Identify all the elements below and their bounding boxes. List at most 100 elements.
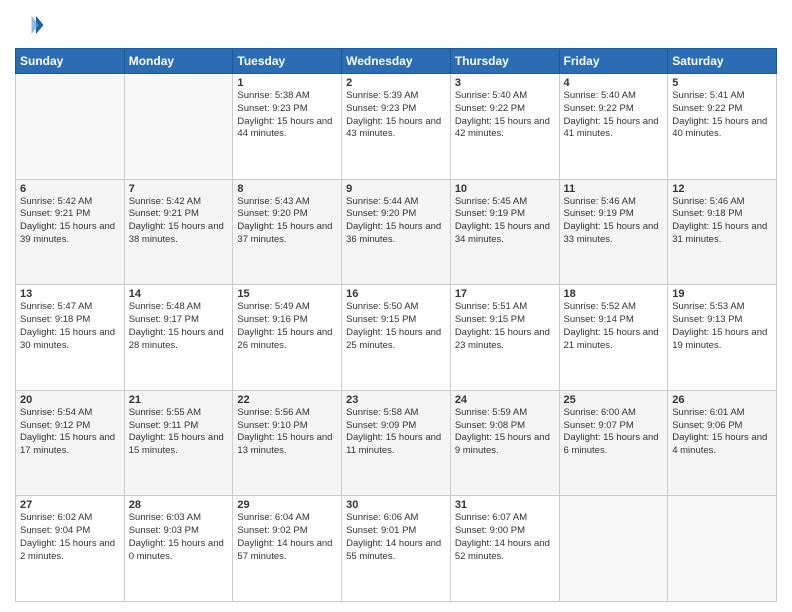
day-number: 31 bbox=[455, 499, 555, 511]
day-number: 17 bbox=[455, 288, 555, 300]
calendar-cell: 27Sunrise: 6:02 AM Sunset: 9:04 PM Dayli… bbox=[16, 496, 125, 602]
calendar-cell: 9Sunrise: 5:44 AM Sunset: 9:20 PM Daylig… bbox=[342, 179, 451, 285]
day-number: 21 bbox=[129, 394, 229, 406]
day-info: Sunrise: 5:48 AM Sunset: 9:17 PM Dayligh… bbox=[129, 301, 229, 352]
day-number: 8 bbox=[237, 183, 337, 195]
calendar-cell: 18Sunrise: 5:52 AM Sunset: 9:14 PM Dayli… bbox=[559, 285, 668, 391]
day-number: 5 bbox=[672, 77, 772, 89]
day-number: 22 bbox=[237, 394, 337, 406]
day-info: Sunrise: 6:04 AM Sunset: 9:02 PM Dayligh… bbox=[237, 512, 337, 563]
day-header-monday: Monday bbox=[124, 49, 233, 74]
day-header-sunday: Sunday bbox=[16, 49, 125, 74]
day-info: Sunrise: 5:42 AM Sunset: 9:21 PM Dayligh… bbox=[129, 196, 229, 247]
calendar-cell: 7Sunrise: 5:42 AM Sunset: 9:21 PM Daylig… bbox=[124, 179, 233, 285]
day-header-friday: Friday bbox=[559, 49, 668, 74]
calendar-cell bbox=[124, 74, 233, 180]
calendar-cell bbox=[16, 74, 125, 180]
week-row-3: 13Sunrise: 5:47 AM Sunset: 9:18 PM Dayli… bbox=[16, 285, 777, 391]
calendar-cell: 28Sunrise: 6:03 AM Sunset: 9:03 PM Dayli… bbox=[124, 496, 233, 602]
day-number: 18 bbox=[564, 288, 664, 300]
calendar-cell: 24Sunrise: 5:59 AM Sunset: 9:08 PM Dayli… bbox=[450, 390, 559, 496]
day-number: 11 bbox=[564, 183, 664, 195]
day-info: Sunrise: 5:50 AM Sunset: 9:15 PM Dayligh… bbox=[346, 301, 446, 352]
day-info: Sunrise: 5:41 AM Sunset: 9:22 PM Dayligh… bbox=[672, 90, 772, 141]
day-info: Sunrise: 5:43 AM Sunset: 9:20 PM Dayligh… bbox=[237, 196, 337, 247]
day-info: Sunrise: 5:53 AM Sunset: 9:13 PM Dayligh… bbox=[672, 301, 772, 352]
day-info: Sunrise: 5:39 AM Sunset: 9:23 PM Dayligh… bbox=[346, 90, 446, 141]
calendar-cell: 5Sunrise: 5:41 AM Sunset: 9:22 PM Daylig… bbox=[668, 74, 777, 180]
calendar-cell: 3Sunrise: 5:40 AM Sunset: 9:22 PM Daylig… bbox=[450, 74, 559, 180]
day-info: Sunrise: 5:42 AM Sunset: 9:21 PM Dayligh… bbox=[20, 196, 120, 247]
day-number: 12 bbox=[672, 183, 772, 195]
day-number: 4 bbox=[564, 77, 664, 89]
day-info: Sunrise: 5:54 AM Sunset: 9:12 PM Dayligh… bbox=[20, 407, 120, 458]
day-info: Sunrise: 5:47 AM Sunset: 9:18 PM Dayligh… bbox=[20, 301, 120, 352]
day-number: 14 bbox=[129, 288, 229, 300]
logo bbox=[15, 10, 49, 40]
week-row-4: 20Sunrise: 5:54 AM Sunset: 9:12 PM Dayli… bbox=[16, 390, 777, 496]
calendar-cell: 12Sunrise: 5:46 AM Sunset: 9:18 PM Dayli… bbox=[668, 179, 777, 285]
day-header-saturday: Saturday bbox=[668, 49, 777, 74]
calendar-cell: 26Sunrise: 6:01 AM Sunset: 9:06 PM Dayli… bbox=[668, 390, 777, 496]
calendar-cell: 4Sunrise: 5:40 AM Sunset: 9:22 PM Daylig… bbox=[559, 74, 668, 180]
calendar-cell: 13Sunrise: 5:47 AM Sunset: 9:18 PM Dayli… bbox=[16, 285, 125, 391]
calendar-cell: 23Sunrise: 5:58 AM Sunset: 9:09 PM Dayli… bbox=[342, 390, 451, 496]
day-info: Sunrise: 5:40 AM Sunset: 9:22 PM Dayligh… bbox=[564, 90, 664, 141]
calendar-cell: 20Sunrise: 5:54 AM Sunset: 9:12 PM Dayli… bbox=[16, 390, 125, 496]
calendar-header: SundayMondayTuesdayWednesdayThursdayFrid… bbox=[16, 49, 777, 74]
day-info: Sunrise: 6:07 AM Sunset: 9:00 PM Dayligh… bbox=[455, 512, 555, 563]
calendar-cell: 8Sunrise: 5:43 AM Sunset: 9:20 PM Daylig… bbox=[233, 179, 342, 285]
calendar-cell bbox=[559, 496, 668, 602]
calendar-cell: 21Sunrise: 5:55 AM Sunset: 9:11 PM Dayli… bbox=[124, 390, 233, 496]
week-row-1: 1Sunrise: 5:38 AM Sunset: 9:23 PM Daylig… bbox=[16, 74, 777, 180]
day-number: 16 bbox=[346, 288, 446, 300]
day-number: 9 bbox=[346, 183, 446, 195]
day-number: 10 bbox=[455, 183, 555, 195]
day-number: 24 bbox=[455, 394, 555, 406]
day-info: Sunrise: 5:49 AM Sunset: 9:16 PM Dayligh… bbox=[237, 301, 337, 352]
calendar-cell: 16Sunrise: 5:50 AM Sunset: 9:15 PM Dayli… bbox=[342, 285, 451, 391]
calendar-cell: 10Sunrise: 5:45 AM Sunset: 9:19 PM Dayli… bbox=[450, 179, 559, 285]
page: SundayMondayTuesdayWednesdayThursdayFrid… bbox=[0, 0, 792, 612]
day-info: Sunrise: 5:59 AM Sunset: 9:08 PM Dayligh… bbox=[455, 407, 555, 458]
day-number: 6 bbox=[20, 183, 120, 195]
day-number: 30 bbox=[346, 499, 446, 511]
week-row-5: 27Sunrise: 6:02 AM Sunset: 9:04 PM Dayli… bbox=[16, 496, 777, 602]
day-number: 3 bbox=[455, 77, 555, 89]
day-number: 2 bbox=[346, 77, 446, 89]
day-info: Sunrise: 5:44 AM Sunset: 9:20 PM Dayligh… bbox=[346, 196, 446, 247]
day-number: 28 bbox=[129, 499, 229, 511]
day-info: Sunrise: 5:52 AM Sunset: 9:14 PM Dayligh… bbox=[564, 301, 664, 352]
day-number: 7 bbox=[129, 183, 229, 195]
day-info: Sunrise: 6:00 AM Sunset: 9:07 PM Dayligh… bbox=[564, 407, 664, 458]
day-number: 20 bbox=[20, 394, 120, 406]
day-number: 25 bbox=[564, 394, 664, 406]
day-number: 19 bbox=[672, 288, 772, 300]
calendar-cell bbox=[668, 496, 777, 602]
calendar-cell: 25Sunrise: 6:00 AM Sunset: 9:07 PM Dayli… bbox=[559, 390, 668, 496]
day-info: Sunrise: 5:58 AM Sunset: 9:09 PM Dayligh… bbox=[346, 407, 446, 458]
day-info: Sunrise: 5:46 AM Sunset: 9:19 PM Dayligh… bbox=[564, 196, 664, 247]
header bbox=[15, 10, 777, 40]
calendar-cell: 17Sunrise: 5:51 AM Sunset: 9:15 PM Dayli… bbox=[450, 285, 559, 391]
calendar-cell: 14Sunrise: 5:48 AM Sunset: 9:17 PM Dayli… bbox=[124, 285, 233, 391]
calendar-cell: 22Sunrise: 5:56 AM Sunset: 9:10 PM Dayli… bbox=[233, 390, 342, 496]
calendar-cell: 1Sunrise: 5:38 AM Sunset: 9:23 PM Daylig… bbox=[233, 74, 342, 180]
day-number: 26 bbox=[672, 394, 772, 406]
calendar-cell: 19Sunrise: 5:53 AM Sunset: 9:13 PM Dayli… bbox=[668, 285, 777, 391]
day-info: Sunrise: 5:55 AM Sunset: 9:11 PM Dayligh… bbox=[129, 407, 229, 458]
day-info: Sunrise: 6:02 AM Sunset: 9:04 PM Dayligh… bbox=[20, 512, 120, 563]
calendar-cell: 15Sunrise: 5:49 AM Sunset: 9:16 PM Dayli… bbox=[233, 285, 342, 391]
calendar-cell: 30Sunrise: 6:06 AM Sunset: 9:01 PM Dayli… bbox=[342, 496, 451, 602]
day-header-thursday: Thursday bbox=[450, 49, 559, 74]
header-row: SundayMondayTuesdayWednesdayThursdayFrid… bbox=[16, 49, 777, 74]
day-info: Sunrise: 5:40 AM Sunset: 9:22 PM Dayligh… bbox=[455, 90, 555, 141]
day-number: 13 bbox=[20, 288, 120, 300]
calendar-cell: 31Sunrise: 6:07 AM Sunset: 9:00 PM Dayli… bbox=[450, 496, 559, 602]
calendar-cell: 11Sunrise: 5:46 AM Sunset: 9:19 PM Dayli… bbox=[559, 179, 668, 285]
day-number: 29 bbox=[237, 499, 337, 511]
day-info: Sunrise: 5:38 AM Sunset: 9:23 PM Dayligh… bbox=[237, 90, 337, 141]
day-info: Sunrise: 6:01 AM Sunset: 9:06 PM Dayligh… bbox=[672, 407, 772, 458]
calendar-cell: 6Sunrise: 5:42 AM Sunset: 9:21 PM Daylig… bbox=[16, 179, 125, 285]
day-info: Sunrise: 5:51 AM Sunset: 9:15 PM Dayligh… bbox=[455, 301, 555, 352]
